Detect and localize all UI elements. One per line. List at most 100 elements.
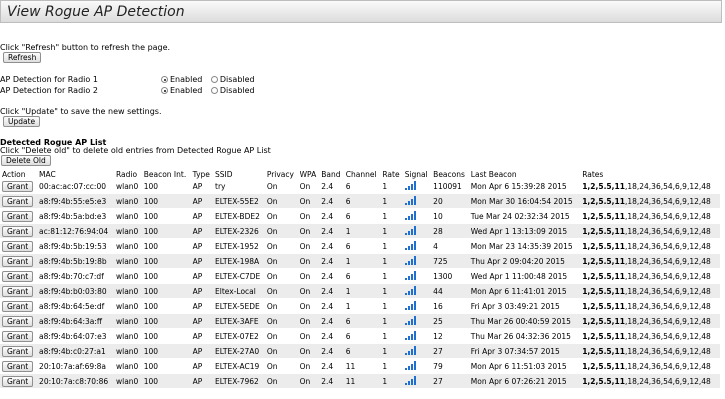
radio2-enabled-option[interactable]: Enabled <box>161 86 202 95</box>
signal-bar <box>404 382 407 385</box>
signal-bar <box>413 345 416 355</box>
grant-button[interactable]: Grant <box>2 255 34 267</box>
signal-bar <box>407 230 410 235</box>
cell-radio: wlan0 <box>113 328 142 344</box>
cell-rate: 1 <box>380 313 403 329</box>
cell-last-beacon: Tue Mar 24 02:32:34 2015 <box>468 208 581 224</box>
radio2-enabled-radio[interactable] <box>161 87 168 94</box>
cell-wpa: On <box>297 298 320 314</box>
cell-beacon-int: 100 <box>141 208 191 224</box>
signal-strength-icon <box>404 240 416 250</box>
update-button[interactable]: Update <box>3 116 41 127</box>
cell-ssid: ELTEX-27A0 <box>213 343 265 359</box>
signal-strength-icon <box>404 345 416 355</box>
grant-button[interactable]: Grant <box>2 345 34 357</box>
col-header-action: Action <box>2 169 26 179</box>
grant-button[interactable]: Grant <box>2 210 34 222</box>
signal-bar <box>410 228 413 235</box>
col-header-band: Band <box>321 169 341 179</box>
radio1-enabled-option[interactable]: Enabled <box>161 75 202 84</box>
cell-signal <box>402 253 432 269</box>
cell-wpa: On <box>297 268 320 284</box>
cell-beacon-int: 100 <box>141 313 191 329</box>
cell-channel: 1 <box>343 253 381 269</box>
rates-supported: ,18,24,36,54,6,9,12,48 <box>624 376 711 386</box>
grant-button[interactable]: Grant <box>2 195 34 207</box>
table-row: Grant a8:f9:4b:64:07:e3 wlan0 100 AP ELTEX-07… <box>0 328 720 344</box>
col-header-radio: Radio <box>115 169 138 179</box>
cell-radio: wlan0 <box>113 373 142 389</box>
signal-bar <box>413 225 416 235</box>
cell-ssid: Eltex-Local <box>213 283 265 299</box>
rates-supported: ,18,24,36,54,6,9,12,48 <box>624 346 711 356</box>
cell-rate: 1 <box>380 253 403 269</box>
grant-button[interactable]: Grant <box>2 375 34 387</box>
cell-band: 2.4 <box>319 283 344 299</box>
cell-beacons: 725 <box>431 253 469 269</box>
cell-channel: 11 <box>343 373 381 389</box>
cell-rate: 1 <box>380 208 403 224</box>
cell-rate: 1 <box>380 343 403 359</box>
grant-button[interactable]: Grant <box>2 180 34 192</box>
delete-old-button[interactable]: Delete Old <box>1 155 51 166</box>
signal-bar <box>410 198 413 205</box>
cell-rates: 1,2,5.5,11,18,24,36,54,6,9,12,48 <box>580 343 720 359</box>
rates-basic: 1,2,5.5,11 <box>582 241 625 251</box>
cell-rate: 1 <box>380 223 403 239</box>
radio1-label: AP Detection for Radio 1 <box>0 75 98 84</box>
cell-beacon-int: 100 <box>141 238 191 254</box>
rates-supported: ,18,24,36,54,6,9,12,48 <box>624 211 711 221</box>
cell-rates: 1,2,5.5,11,18,24,36,54,6,9,12,48 <box>580 268 720 284</box>
rates-supported: ,18,24,36,54,6,9,12,48 <box>624 181 711 191</box>
cell-type: AP <box>190 298 214 314</box>
cell-signal <box>402 313 432 329</box>
refresh-button[interactable]: Refresh <box>3 52 42 63</box>
radio2-disabled-radio[interactable] <box>210 87 218 94</box>
cell-radio: wlan0 <box>113 343 142 359</box>
cell-privacy: On <box>264 328 298 344</box>
grant-button[interactable]: Grant <box>2 360 34 372</box>
rates-supported: ,18,24,36,54,6,9,12,48 <box>624 361 711 371</box>
cell-band: 2.4 <box>319 298 344 314</box>
cell-ssid: ELTEX-BDE2 <box>213 208 265 224</box>
grant-button[interactable]: Grant <box>2 240 34 252</box>
cell-privacy: On <box>264 313 298 329</box>
signal-bar <box>410 363 413 370</box>
grant-button[interactable]: Grant <box>2 300 34 312</box>
radio2-disabled-option[interactable]: Disabled <box>210 86 255 95</box>
cell-privacy: On <box>264 208 298 224</box>
cell-radio: wlan0 <box>113 253 142 269</box>
grant-button[interactable]: Grant <box>2 330 34 342</box>
signal-bar <box>413 360 416 370</box>
signal-bar <box>404 367 407 370</box>
rates-supported: ,18,24,36,54,6,9,12,48 <box>624 331 711 341</box>
cell-beacon-int: 100 <box>141 298 191 314</box>
col-header-channel: Channel <box>345 169 377 179</box>
rates-basic: 1,2,5.5,11 <box>582 316 625 326</box>
cell-rate: 1 <box>380 328 403 344</box>
signal-bar <box>404 337 407 340</box>
cell-channel: 6 <box>343 238 381 254</box>
cell-action: Grant <box>0 223 38 239</box>
cell-rate: 1 <box>380 283 403 299</box>
signal-bar <box>413 255 416 265</box>
cell-band: 2.4 <box>319 193 344 209</box>
cell-rates: 1,2,5.5,11,18,24,36,54,6,9,12,48 <box>580 373 720 389</box>
radio1-enabled-label: Enabled <box>170 75 203 84</box>
signal-bar <box>410 303 413 310</box>
radio1-disabled-radio[interactable] <box>210 76 218 83</box>
grant-button[interactable]: Grant <box>2 315 34 327</box>
cell-rate: 1 <box>380 298 403 314</box>
cell-band: 2.4 <box>319 223 344 239</box>
grant-button[interactable]: Grant <box>2 285 34 297</box>
grant-button[interactable]: Grant <box>2 225 34 237</box>
cell-privacy: On <box>264 373 298 389</box>
radio1-disabled-option[interactable]: Disabled <box>210 75 255 84</box>
cell-mac: a8:f9:4b:5a:bd:e3 <box>37 208 114 224</box>
signal-bar <box>407 185 410 190</box>
signal-bar <box>404 187 407 190</box>
grant-button[interactable]: Grant <box>2 270 34 282</box>
cell-beacon-int: 100 <box>141 373 191 389</box>
signal-bar <box>413 240 416 250</box>
radio1-enabled-radio[interactable] <box>161 76 168 83</box>
